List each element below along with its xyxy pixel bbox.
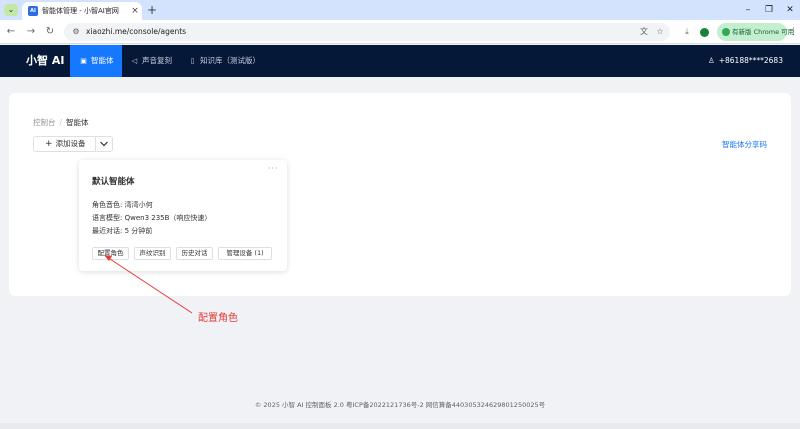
add-device-dropdown[interactable] [95,136,113,152]
browser-toolbar: ← → ↻ ⚙ xiaozhi.me/console/agents 文 ☆ ⤓ … [0,20,800,44]
breadcrumb-root[interactable]: 控制台 [33,118,56,127]
tab-close-icon[interactable]: × [130,5,140,17]
breadcrumb-separator: / [59,118,63,127]
more-options-icon[interactable]: ··· [268,164,279,173]
nav-item-agents[interactable]: ▣ 智能体 [70,45,122,77]
main-panel: 控制台 / 智能体 + 添加设备 智能体分享码 ··· 默认智能体 角色音色: 湾湾小… [9,93,791,296]
brand-logo[interactable]: 小智 AI [26,54,64,68]
model-info: 语言模型: Qwen3 235B（响应快速） [92,213,211,223]
chat-history-button[interactable]: 历史对话 [176,247,213,260]
profile-icon[interactable] [700,28,709,37]
footer-text: © 2025 小智 AI 控制面板 2.0 粤ICP备2022121736号-2… [254,401,546,409]
reload-icon[interactable]: ↻ [43,25,57,39]
url-text[interactable]: xiaozhi.me/console/agents [86,26,186,38]
nav-label: 知识库（测试版） [200,56,260,65]
voice-info: 角色音色: 湾湾小何 [92,200,153,210]
favicon-icon: AI [28,6,38,16]
document-icon: ▯ [190,57,195,65]
nav-item-knowledge-base[interactable]: ▯ 知识库（测试版） [188,45,260,77]
add-device-button[interactable]: + 添加设备 [33,136,96,152]
address-bar[interactable]: ⚙ xiaozhi.me/console/agents 文 ☆ [64,23,670,41]
last-chat-value: 5 分钟前 [124,227,153,235]
browser-tab-strip: ⌄ AI 智能体管理 - 小智AI官网 × + – ❐ ✕ [0,0,800,20]
last-chat-info: 最近对话: 5 分钟前 [92,226,152,236]
download-icon[interactable]: ⤓ [681,26,693,38]
bottom-strip [0,423,800,429]
agent-share-code-link[interactable]: 智能体分享码 [722,139,767,151]
menu-icon[interactable]: ⋮ [789,26,798,38]
site-info-icon[interactable]: ⚙ [70,26,82,38]
tab-search-icon[interactable]: ⌄ [4,4,18,16]
voice-value: 湾湾小何 [124,201,153,209]
nav-item-voice-clone[interactable]: ◁ 声音复刻 [130,45,172,77]
nav-label: 智能体 [91,56,114,65]
annotation-label: 配置角色 [198,313,238,324]
last-chat-label: 最近对话: [92,227,123,235]
bookmark-star-icon[interactable]: ☆ [654,26,666,38]
agent-name: 默认智能体 [92,177,135,187]
forward-icon[interactable]: → [24,25,38,39]
close-window-icon[interactable]: ✕ [783,2,797,18]
user-menu[interactable]: ♙ +86188****2683 [708,54,783,68]
app-header: 小智 AI ▣ 智能体 ◁ 声音复刻 ▯ 知识库（测试版） ♙ +86188****26… [0,45,800,77]
update-icon [722,28,730,36]
user-phone: +86188****2683 [718,56,783,65]
minimize-icon[interactable]: – [741,2,755,18]
user-icon: ♙ [708,56,715,65]
tab-title: 智能体管理 - 小智AI官网 [42,7,119,15]
manage-devices-button[interactable]: 管理设备 (1) [218,247,272,260]
agent-icon: ▣ [80,57,87,65]
voice-label: 角色音色: [92,201,123,209]
voice-icon: ◁ [131,57,138,65]
plus-icon: + [45,139,53,149]
agent-card: ··· 默认智能体 角色音色: 湾湾小何 语言模型: Qwen3 235B（响应… [79,160,287,271]
update-label: 有新版 Chrome 可用 [732,28,795,36]
configure-role-button[interactable]: 配置角色 [92,247,129,260]
add-device-label: 添加设备 [55,139,86,148]
restore-icon[interactable]: ❐ [762,2,776,18]
browser-tab[interactable]: AI 智能体管理 - 小智AI官网 × [22,2,142,20]
update-chrome-button[interactable]: 有新版 Chrome 可用 [717,23,794,41]
model-value: Qwen3 235B（响应快速） [124,214,212,222]
new-tab-button[interactable]: + [146,3,158,17]
chevron-down-icon [100,141,108,147]
back-icon[interactable]: ← [4,25,18,39]
breadcrumb: 控制台 / 智能体 [33,117,89,129]
voiceprint-button[interactable]: 声纹识别 [134,247,171,260]
breadcrumb-current: 智能体 [66,118,89,127]
nav-label: 声音复刻 [142,56,172,65]
model-label: 语言模型: [92,214,123,222]
translate-icon[interactable]: 文 [638,26,650,38]
